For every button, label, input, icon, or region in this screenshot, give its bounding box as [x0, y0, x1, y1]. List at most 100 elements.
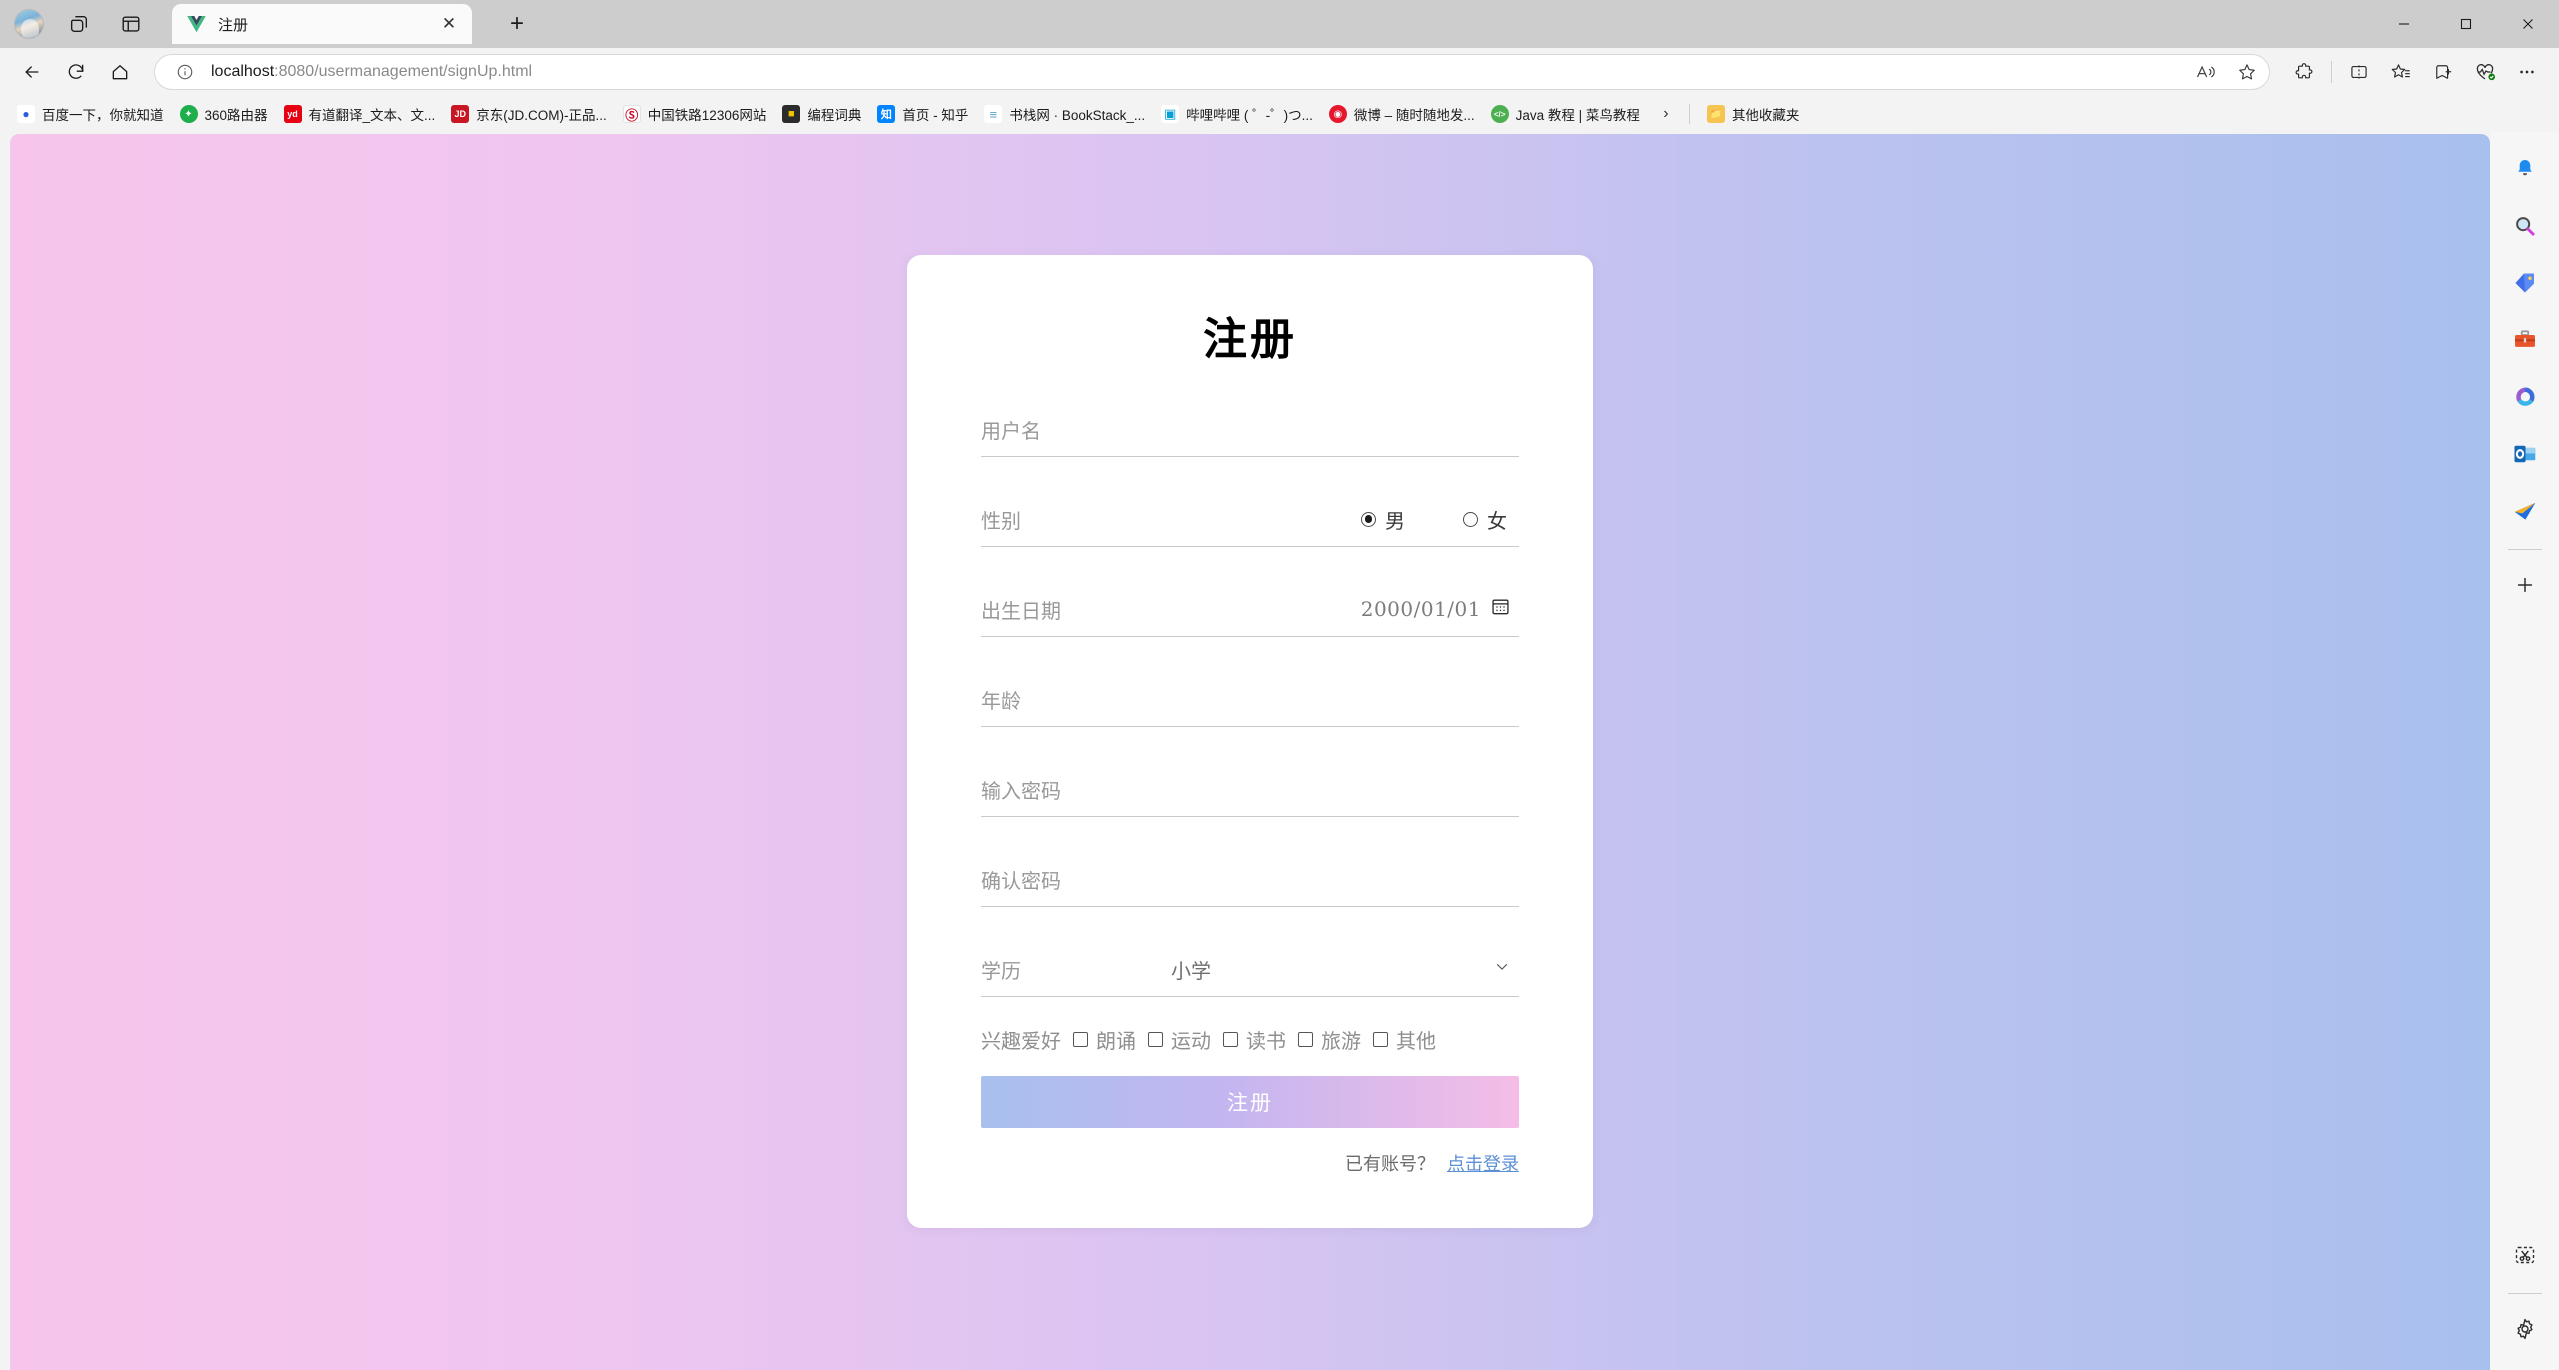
tab-close-icon[interactable]: ✕	[436, 11, 462, 37]
close-window-button[interactable]	[2497, 0, 2559, 48]
bookmark-item[interactable]: ≡ 书栈网 · BookStack_...	[977, 100, 1152, 128]
maximize-button[interactable]	[2435, 0, 2497, 48]
tools-briefcase-icon[interactable]	[2502, 317, 2548, 363]
checkbox-icon[interactable]	[1373, 1031, 1388, 1047]
bookmark-item[interactable]: Ⓢ 中国铁路12306网站	[616, 100, 774, 128]
browser-essentials-icon[interactable]	[114, 7, 148, 41]
extensions-puzzle-icon[interactable]	[2284, 54, 2324, 90]
outlook-icon[interactable]	[2502, 431, 2548, 477]
tab-title: 注册	[218, 16, 249, 34]
bookmark-item[interactable]: ■ 编程词典	[775, 100, 868, 128]
back-arrow-icon[interactable]	[12, 54, 52, 90]
gender-option-male[interactable]: 男	[1361, 505, 1405, 534]
hobby-option-recitation[interactable]: 朗诵	[1073, 1025, 1136, 1054]
toolbar-divider	[2331, 61, 2332, 83]
other-favorites-label: 其他收藏夹	[1731, 108, 1800, 123]
hobbies-label: 兴趣爱好	[981, 1030, 1061, 1053]
info-circle-icon[interactable]	[169, 57, 201, 87]
send-paperplane-icon[interactable]	[2502, 488, 2548, 534]
tab-strip-left: 注册 ✕ +	[0, 0, 536, 48]
hobby-label: 其他	[1396, 1030, 1436, 1053]
chevron-down-icon[interactable]	[1493, 958, 1511, 981]
bookmark-label: Java 教程 | 菜鸟教程	[1515, 108, 1640, 123]
checkbox-icon[interactable]	[1298, 1031, 1313, 1047]
other-favorites-folder[interactable]: 📁 其他收藏夹	[1700, 100, 1807, 128]
sidebar-add-button[interactable]	[2502, 562, 2548, 608]
gender-option-female-label: 女	[1487, 510, 1507, 533]
calendar-icon[interactable]	[1490, 596, 1511, 622]
bookmark-label: 360路由器	[204, 108, 268, 123]
hobby-option-other[interactable]: 其他	[1373, 1025, 1436, 1054]
youdao-icon: yd	[283, 105, 302, 123]
runoob-icon: </>	[1490, 105, 1509, 123]
window-controls	[2373, 0, 2559, 48]
age-field[interactable]: 年龄	[981, 673, 1519, 727]
birthdate-value[interactable]: 2000/01/01	[1361, 597, 1481, 621]
bookmark-label: 百度一下，你就知道	[42, 108, 164, 123]
address-bar-url: localhost:8080/usermanagement/signUp.htm…	[211, 63, 2179, 81]
star-icon[interactable]	[2231, 57, 2263, 87]
checkbox-icon[interactable]	[1223, 1031, 1238, 1047]
programming-dictionary-icon: ■	[782, 105, 801, 123]
search-magnifier-icon[interactable]	[2502, 203, 2548, 249]
navigation-toolbar: localhost:8080/usermanagement/signUp.htm…	[0, 48, 2559, 96]
bookmark-item[interactable]: 知首页 - 知乎	[870, 100, 975, 128]
hobby-option-sports[interactable]: 运动	[1148, 1025, 1211, 1054]
minimize-button[interactable]	[2373, 0, 2435, 48]
jd-icon: JD	[451, 105, 470, 123]
bookmark-item[interactable]: JD 京东(JD.COM)-正品...	[444, 100, 614, 128]
new-tab-button[interactable]: +	[498, 5, 536, 43]
bookmark-item[interactable]: ▣ 哔哩哔哩 ( ゜-゜)つ...	[1154, 100, 1320, 128]
hobby-option-travel[interactable]: 旅游	[1298, 1025, 1361, 1054]
birthdate-field[interactable]: 出生日期 2000/01/01	[981, 583, 1519, 637]
education-select[interactable]: 学历 小学	[981, 943, 1519, 997]
browser-essentials-heart-icon[interactable]	[2465, 54, 2505, 90]
radio-icon[interactable]	[1361, 511, 1376, 527]
page-title: 注册	[1203, 313, 1297, 365]
checkbox-icon[interactable]	[1148, 1031, 1163, 1047]
checkbox-icon[interactable]	[1073, 1031, 1088, 1047]
read-aloud-icon[interactable]	[2189, 57, 2221, 87]
weibo-icon: ◉	[1328, 105, 1347, 123]
bookmark-item[interactable]: ◉ 微博 – 随时随地发...	[1322, 100, 1482, 128]
notification-bell-icon[interactable]	[2502, 146, 2548, 192]
bookmark-label: 中国铁路12306网站	[647, 108, 767, 123]
hobby-option-reading[interactable]: 读书	[1223, 1025, 1286, 1054]
refresh-icon[interactable]	[56, 54, 96, 90]
radio-icon[interactable]	[1463, 511, 1478, 527]
shopping-tag-icon[interactable]	[2502, 260, 2548, 306]
gender-option-female[interactable]: 女	[1463, 505, 1507, 534]
more-ellipsis-icon[interactable]	[2507, 54, 2547, 90]
bookmarks-overflow-chevron-icon[interactable]: ›	[1653, 101, 1679, 127]
signup-card: 注册 用户名 性别 男 女 出生日期 2000/01/01 年龄 输入密码 确认…	[907, 254, 1593, 1228]
login-link[interactable]: 点击登录	[1447, 1154, 1519, 1174]
bookmark-item[interactable]: ✦ 360路由器	[173, 100, 275, 128]
bookmark-item[interactable]: </> Java 教程 | 菜鸟教程	[1484, 100, 1647, 128]
profile-avatar[interactable]	[14, 9, 44, 39]
bookmark-label: 微博 – 随时随地发...	[1353, 108, 1475, 123]
bookmark-item[interactable]: ● 百度一下，你就知道	[10, 100, 171, 128]
password-field[interactable]: 输入密码	[981, 763, 1519, 817]
login-footnote: 已有账号？ 点击登录	[981, 1150, 1519, 1176]
url-host: localhost	[211, 63, 275, 80]
browser-tab[interactable]: 注册 ✕	[172, 4, 472, 44]
microsoft-365-icon[interactable]	[2502, 374, 2548, 420]
favorites-star-list-icon[interactable]	[2381, 54, 2421, 90]
collections-icon[interactable]	[2423, 54, 2463, 90]
folder-icon: 📁	[1706, 105, 1725, 123]
hobby-label: 读书	[1246, 1030, 1286, 1053]
railway12306-icon: Ⓢ	[622, 105, 641, 123]
confirm-password-field[interactable]: 确认密码	[981, 853, 1519, 907]
web-capture-scissors-icon[interactable]	[2502, 1232, 2548, 1278]
signup-submit-button[interactable]: 注册	[981, 1075, 1519, 1128]
tab-strip: 注册 ✕ +	[0, 0, 2559, 48]
bookmark-item[interactable]: yd 有道翻译_文本、文...	[277, 100, 443, 128]
address-bar[interactable]: localhost:8080/usermanagement/signUp.htm…	[154, 54, 2270, 90]
username-field[interactable]: 用户名	[981, 403, 1519, 457]
tab-copilot-icon[interactable]	[62, 7, 96, 41]
settings-gear-icon[interactable]	[2502, 1306, 2548, 1352]
home-icon[interactable]	[100, 54, 140, 90]
gender-field: 性别 男 女	[981, 493, 1519, 547]
split-screen-icon[interactable]	[2339, 54, 2379, 90]
bilibili-icon: ▣	[1161, 105, 1180, 123]
